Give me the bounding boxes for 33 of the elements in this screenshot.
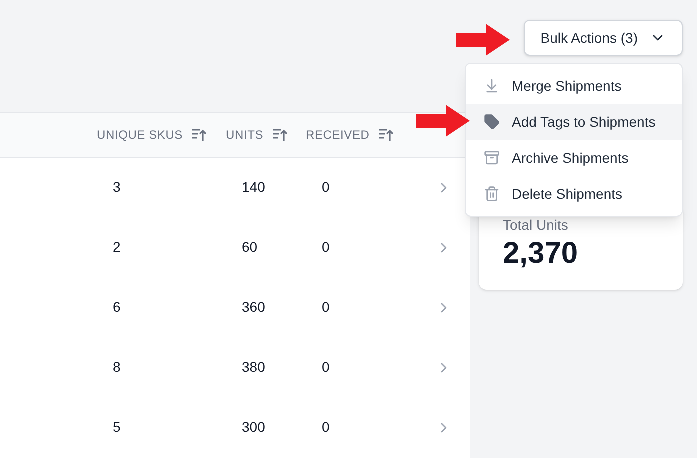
- table-cell: 0: [322, 239, 330, 255]
- stat-value: 2,370: [503, 236, 580, 272]
- table-cell: 0: [322, 419, 330, 435]
- table-cell: 0: [322, 299, 330, 315]
- archive-icon: [484, 150, 500, 166]
- menu-item[interactable]: Delete Shipments: [466, 176, 682, 212]
- table-cell: 5: [113, 419, 121, 435]
- menu-item[interactable]: Merge Shipments: [466, 68, 682, 104]
- column-header: UNITS: [226, 127, 264, 144]
- menu-item[interactable]: Archive Shipments: [466, 140, 682, 176]
- table-cell: 3: [113, 179, 121, 195]
- sort-icon[interactable]: [190, 128, 207, 142]
- table-cell: 8: [113, 359, 121, 375]
- menu-item[interactable]: Add Tags to Shipments: [466, 104, 682, 140]
- table-cell: 300: [242, 419, 266, 435]
- table-cell: 360: [242, 299, 266, 315]
- table-cell: 6: [113, 299, 121, 315]
- column-header: RECEIVED: [306, 127, 370, 144]
- table-cell: 2: [113, 239, 121, 255]
- bulk-actions-button[interactable]: Bulk Actions (3): [524, 20, 683, 56]
- table-cell: 140: [242, 179, 266, 195]
- stat-label: Total Units: [503, 216, 570, 234]
- sort-icon[interactable]: [272, 128, 288, 142]
- sort-icon[interactable]: [378, 128, 394, 142]
- table-cell: 0: [322, 179, 330, 195]
- arrow-icon: [456, 24, 510, 56]
- table-cell: 0: [322, 359, 330, 375]
- arrow-icon: [416, 105, 470, 137]
- column-header: UNIQUE SKUS: [97, 127, 183, 144]
- tag-icon: [484, 114, 500, 130]
- trash-icon: [484, 186, 500, 202]
- table-cell: 380: [242, 359, 266, 375]
- table-cell: 60: [242, 239, 258, 255]
